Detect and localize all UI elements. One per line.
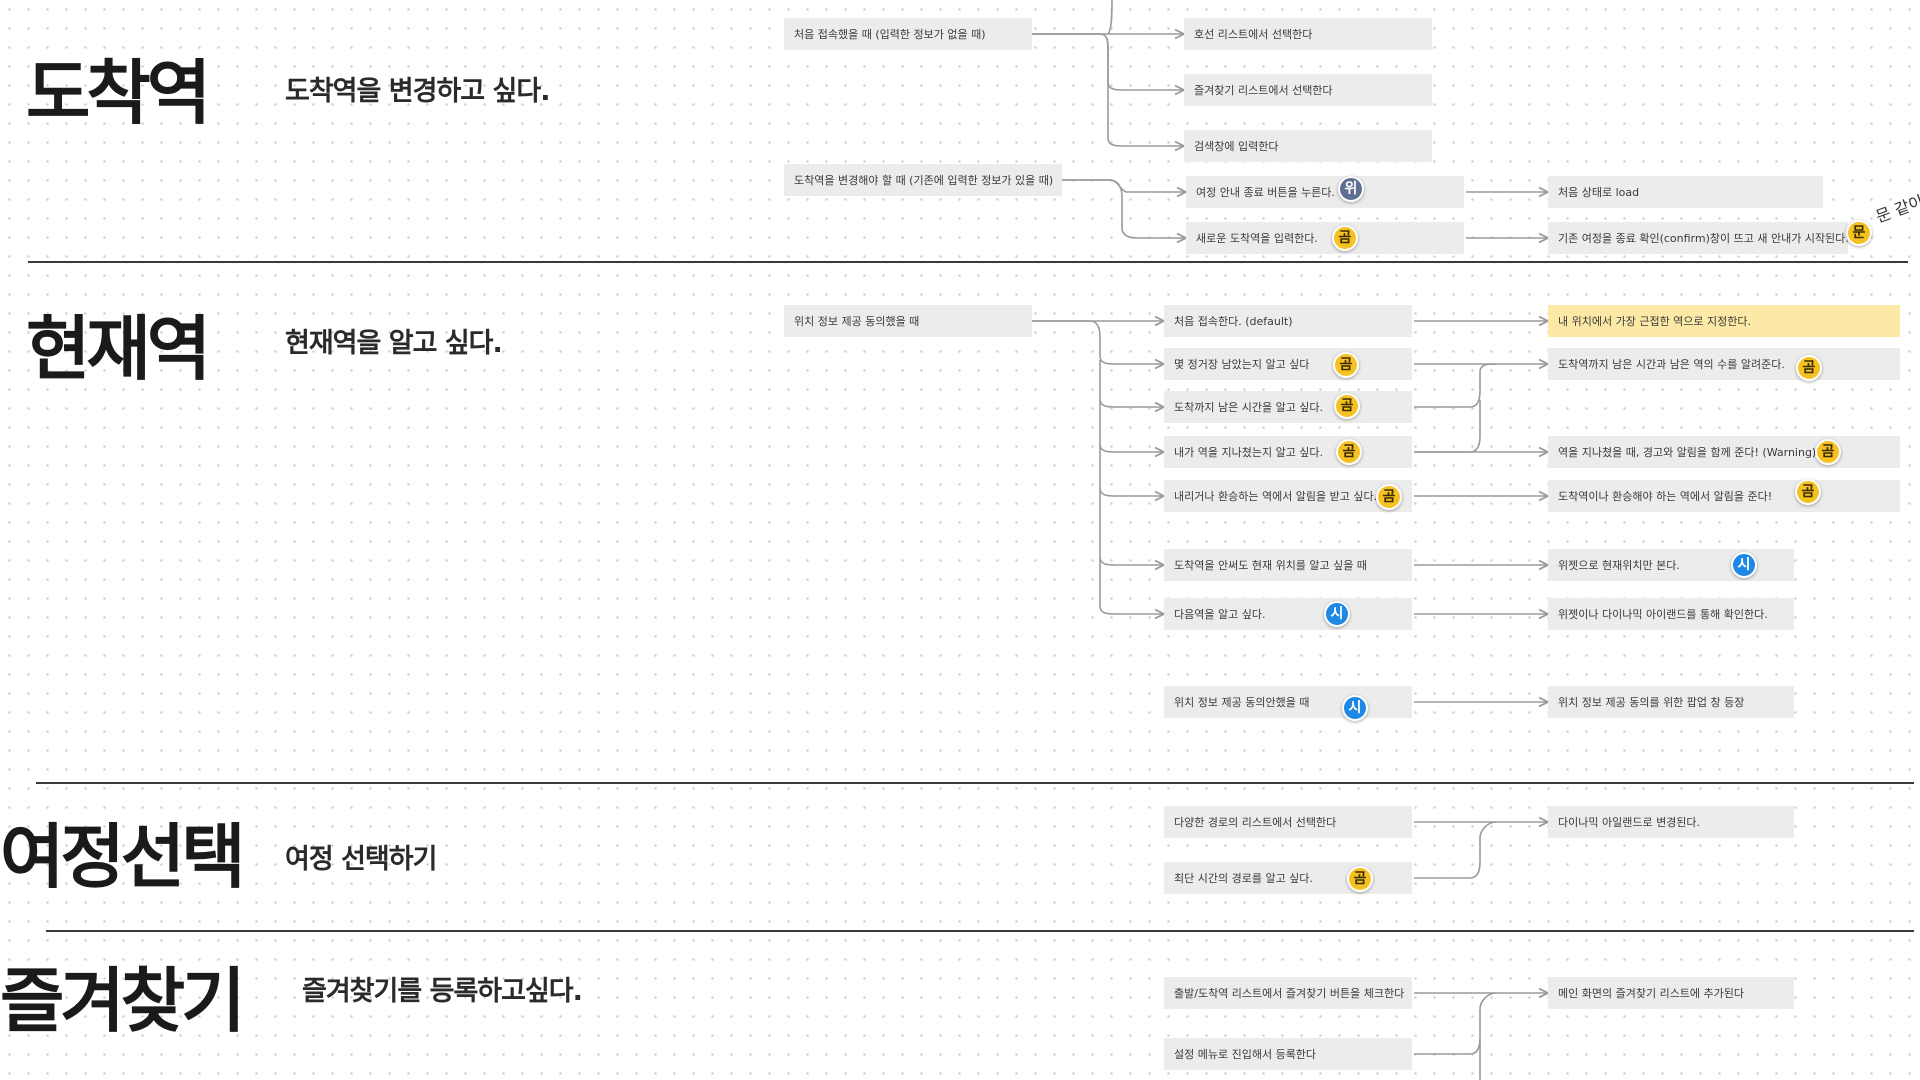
avatar-badge-location-not-agreed: 시 (1342, 695, 1368, 721)
connector-arrival-change-end-guide (1062, 179, 1186, 192)
connector-current-passed-count (1414, 400, 1481, 453)
avatar-badge-shortest-route: 곰 (1347, 866, 1373, 892)
edge-note-text: 문 같이 (1873, 191, 1920, 227)
node-widget-dynamic[interactable]: 위젯이나 다이나믹 아이랜드를 통해 확인한다. (1548, 598, 1794, 630)
node-transfer-alert[interactable]: 내리거나 환승하는 역에서 알림을 받고 싶다. (1164, 480, 1412, 512)
connector-current-agreed-transfer (1099, 444, 1164, 496)
connector-current-agreed-time (1099, 360, 1164, 407)
connector-current-agreed-location (1099, 488, 1164, 565)
node-station-alert[interactable]: 도착역이나 환승해야 하는 역에서 알림을 준다! (1548, 480, 1900, 512)
section-title-journey: 여정선택 (0, 816, 246, 898)
node-time-left[interactable]: 도착까지 남은 시간을 알고 싶다. (1164, 391, 1412, 423)
diagram-canvas: 도착역 도착역을 변경하고 싶다. 처음 접속했을 때 (입력한 정보가 없을 … (0, 0, 1920, 1080)
avatar-badge-end-guide: 위 (1338, 176, 1364, 202)
avatar-badge-station-alert: 곰 (1795, 479, 1821, 505)
node-shortest-route[interactable]: 최단 시간의 경로를 알고 싶다. (1164, 862, 1412, 894)
section-subtitle-current: 현재역을 알고 싶다. (285, 328, 503, 359)
node-dynamic-island[interactable]: 다이나믹 아일랜드로 변경된다. (1548, 806, 1794, 838)
connector-current-agreed-stops (1032, 320, 1164, 364)
connector-current-agreed-next (1099, 557, 1164, 614)
section-title-current: 현재역 (26, 308, 211, 390)
connector-arrival-first-search (1032, 33, 1184, 146)
avatar-badge-new-station: 곰 (1332, 225, 1358, 251)
node-widget-location[interactable]: 위젯으로 현재위치만 본다. (1548, 549, 1794, 581)
connector-arrival-top-stub (1107, 0, 1113, 35)
node-favorites-list[interactable]: 즐겨찾기 리스트에서 선택한다 (1184, 74, 1432, 106)
node-check-favorite[interactable]: 출발/도착역 리스트에서 즐겨찾기 버튼을 체크한다 (1164, 977, 1412, 1009)
section-divider-2 (36, 782, 1914, 784)
node-location-not-agreed[interactable]: 위치 정보 제공 동의안했을 때 (1164, 686, 1412, 718)
avatar-badge-next-station: 시 (1324, 601, 1350, 627)
connector-current-time-count (1414, 363, 1497, 408)
avatar-badge-passed-warning: 곰 (1815, 439, 1841, 465)
connector-layer (1032, 0, 1920, 1080)
connector-current-agreed-passed (1099, 400, 1164, 452)
node-new-station-input[interactable]: 새로운 도착역을 입력한다. (1186, 222, 1464, 254)
node-search-input[interactable]: 검색창에 입력한다 (1184, 130, 1432, 162)
node-nearest-station[interactable]: 내 위치에서 가장 근접한 역으로 지정한다. (1548, 305, 1900, 337)
node-passed-warning[interactable]: 역을 지나쳤을 때, 경고와 알림을 함께 준다! (Warning) (1548, 436, 1900, 468)
avatar-badge-widget-location: 시 (1731, 552, 1757, 578)
section-subtitle-favorites: 즐겨찾기를 등록하고싶다. (302, 976, 583, 1007)
node-line-list[interactable]: 호선 리스트에서 선택한다 (1184, 18, 1432, 50)
node-route-list[interactable]: 다양한 경로의 리스트에서 선택한다 (1164, 806, 1412, 838)
connector-arrival-change-new-station (1062, 179, 1186, 238)
section-subtitle-journey: 여정 선택하기 (285, 844, 437, 875)
node-time-and-count[interactable]: 도착역까지 남은 시간과 남은 역의 수를 알려준다. (1548, 348, 1900, 380)
node-add-to-main[interactable]: 메인 화면의 즐겨찾기 리스트에 추가된다 (1548, 977, 1794, 1009)
connector-favorites-settings-add (1414, 992, 1497, 1055)
avatar-badge-transfer-alert: 곰 (1376, 484, 1402, 510)
node-confirm-new-guide[interactable]: 기존 여정을 종료 확인(confirm)창이 뜨고 새 안내가 시작된다. (1548, 222, 1848, 254)
section-divider-1 (28, 261, 1908, 263)
node-next-station[interactable]: 다음역을 알고 싶다. (1164, 598, 1412, 630)
avatar-badge-stops-left: 곰 (1333, 352, 1359, 378)
node-consent-popup[interactable]: 위치 정보 제공 동의를 위한 팝업 창 등장 (1548, 686, 1794, 718)
avatar-badge-time-and-count: 곰 (1796, 355, 1822, 381)
node-location-without-arrival[interactable]: 도착역을 안써도 현재 위치를 알고 싶을 때 (1164, 549, 1412, 581)
node-settings-menu[interactable]: 설정 메뉴로 진입해서 등록한다 (1164, 1038, 1412, 1070)
avatar-badge-confirm: 문 (1846, 220, 1872, 246)
node-change-needed[interactable]: 도착역을 변경해야 할 때 (기존에 입력한 정보가 있을 때) (784, 164, 1062, 196)
avatar-badge-passed-station: 곰 (1336, 439, 1362, 465)
node-passed-station[interactable]: 내가 역을 지나쳤는지 알고 싶다. (1164, 436, 1412, 468)
section-divider-3 (46, 930, 1914, 932)
avatar-badge-time-left: 곰 (1334, 393, 1360, 419)
connector-journey-shortest-island (1414, 821, 1497, 879)
node-first-default[interactable]: 처음 접속한다. (default) (1164, 305, 1412, 337)
node-end-guide-button[interactable]: 여정 안내 종료 버튼을 누른다. (1186, 176, 1464, 208)
section-subtitle-arrival: 도착역을 변경하고 싶다. (285, 76, 550, 107)
node-initial-load[interactable]: 처음 상태로 load (1548, 176, 1823, 208)
node-location-agreed[interactable]: 위치 정보 제공 동의했을 때 (784, 305, 1032, 337)
node-stops-left[interactable]: 몇 정거장 남았는지 알고 싶다 (1164, 348, 1412, 380)
connector-arrival-first-favorites (1032, 33, 1184, 90)
node-first-access[interactable]: 처음 접속했을 때 (입력한 정보가 없을 때) (784, 18, 1032, 50)
section-title-arrival: 도착역 (26, 52, 211, 134)
section-title-favorites: 즐겨찾기 (0, 960, 246, 1042)
